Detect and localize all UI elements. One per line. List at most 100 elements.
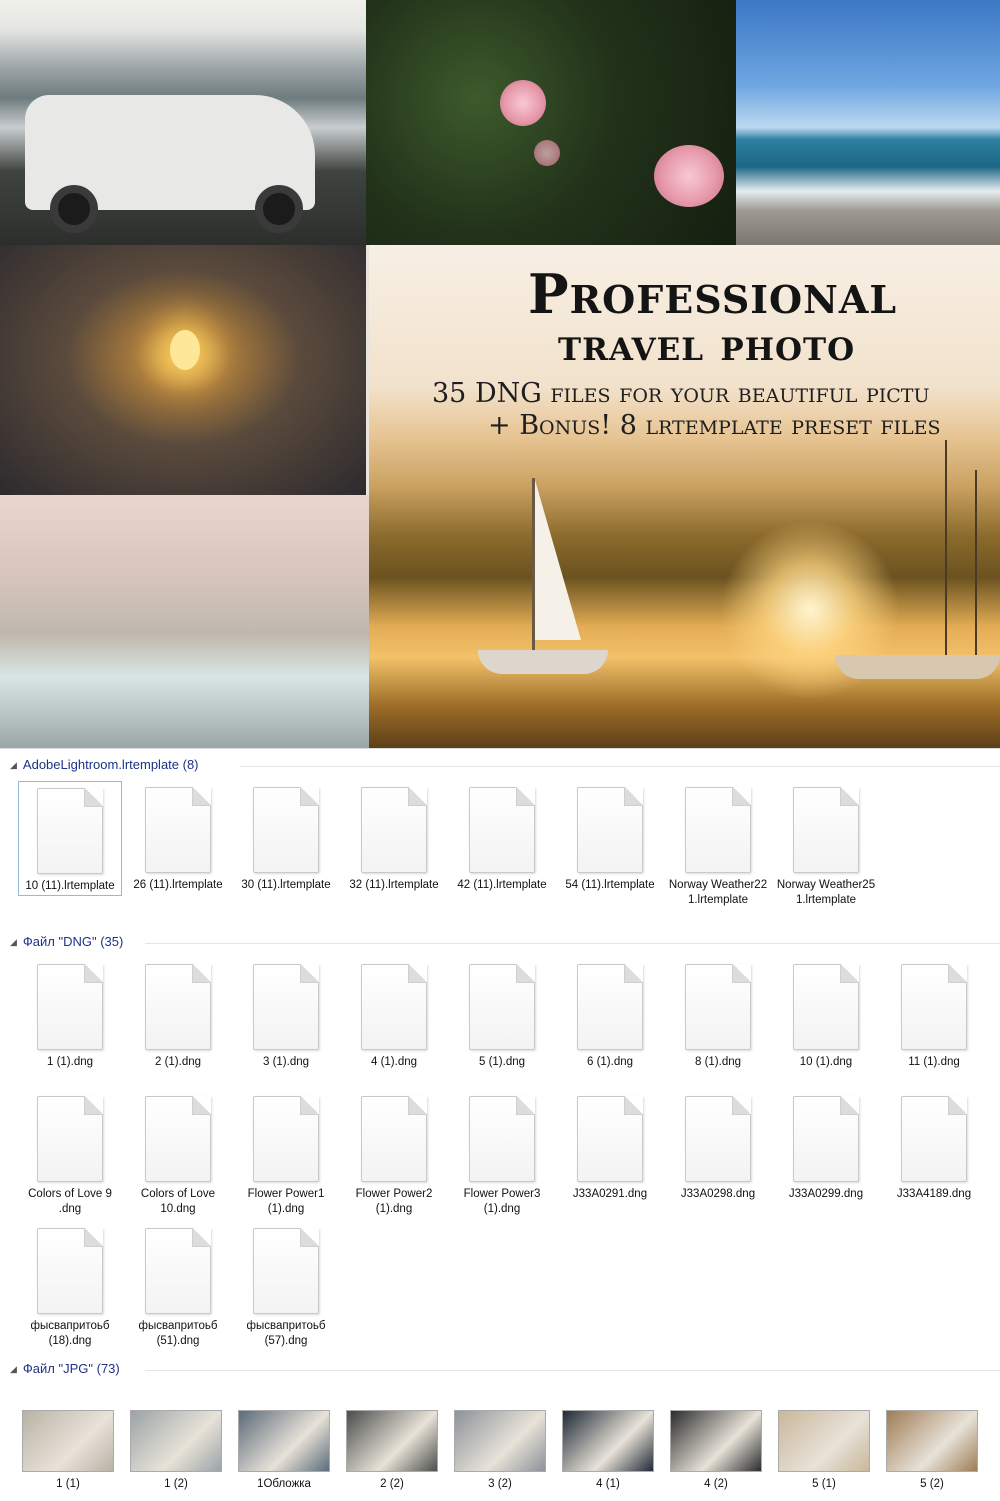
document-icon xyxy=(469,1096,535,1182)
boat-mast xyxy=(945,440,947,670)
collapse-triangle-icon[interactable]: ◢ xyxy=(10,1364,17,1375)
file-item[interactable]: 54 (11).lrtemplate xyxy=(558,781,662,893)
file-name: J33A0299.dng xyxy=(788,1188,864,1200)
image-thumbnail xyxy=(454,1410,546,1472)
file-name: Norway Weather22 1.lrtemplate xyxy=(668,879,768,906)
file-item[interactable]: Colors of Love 9 .dng xyxy=(18,1090,122,1217)
document-icon xyxy=(145,964,211,1050)
group-header-label: Файл "DNG" (35) xyxy=(22,934,124,949)
document-icon xyxy=(685,787,751,873)
file-item[interactable]: 5 (1).dng xyxy=(450,958,554,1070)
file-name: 8 (1).dng xyxy=(694,1056,742,1068)
file-item[interactable]: фысвапритоьб (18).dng xyxy=(18,1222,122,1349)
file-name: Colors of Love 9 .dng xyxy=(28,1188,112,1215)
file-name: 3 (2) xyxy=(488,1478,512,1490)
file-name: 30 (11).lrtemplate xyxy=(241,879,331,891)
document-icon xyxy=(793,787,859,873)
sailboat-sail xyxy=(535,480,581,640)
file-name: Norway Weather25 1.lrtemplate xyxy=(776,879,876,906)
rose-photo xyxy=(366,0,736,245)
document-icon xyxy=(253,1228,319,1314)
group-divider xyxy=(145,1370,1000,1371)
boat-hull xyxy=(835,655,1000,679)
file-item[interactable]: J33A4189.dng xyxy=(882,1090,986,1202)
file-item[interactable]: 6 (1).dng xyxy=(558,958,662,1070)
document-icon xyxy=(253,787,319,873)
document-icon xyxy=(793,1096,859,1182)
image-thumbnail xyxy=(886,1410,978,1472)
document-icon xyxy=(145,787,211,873)
document-icon xyxy=(37,788,103,874)
file-item[interactable]: 3 (1).dng xyxy=(234,958,338,1070)
file-name: 1 (1) xyxy=(56,1478,80,1490)
file-item[interactable]: J33A0299.dng xyxy=(774,1090,878,1202)
group-header-dng[interactable]: ◢ Файл "DNG" (35) xyxy=(10,934,123,952)
image-thumbnail xyxy=(22,1410,114,1472)
file-name: фысвапритоьб (51).dng xyxy=(138,1320,218,1347)
document-icon xyxy=(577,1096,643,1182)
document-icon xyxy=(253,1096,319,1182)
file-item[interactable]: 11 (1).dng xyxy=(882,958,986,1070)
file-item[interactable]: 1 (1).dng xyxy=(18,958,122,1070)
file-name: 2 (1).dng xyxy=(154,1056,202,1068)
jpg-file-item[interactable]: 4 (2) xyxy=(666,1410,766,1490)
group-header-jpg[interactable]: ◢ Файл "JPG" (73) xyxy=(10,1361,120,1379)
group-header-lrtemplate[interactable]: ◢ AdobeLightroom.lrtemplate (8) xyxy=(10,757,199,775)
file-name: 10 (1).dng xyxy=(799,1056,853,1068)
jpg-file-item[interactable]: 2 (2) xyxy=(342,1410,442,1490)
file-item[interactable]: Norway Weather22 1.lrtemplate xyxy=(666,781,770,908)
collapse-triangle-icon[interactable]: ◢ xyxy=(10,760,17,771)
banner-subtitle: travel photo xyxy=(558,320,856,371)
file-name: 54 (11).lrtemplate xyxy=(565,879,655,891)
group-header-label: AdobeLightroom.lrtemplate (8) xyxy=(22,757,199,772)
image-thumbnail xyxy=(130,1410,222,1472)
file-item[interactable]: 26 (11).lrtemplate xyxy=(126,781,230,893)
file-item[interactable]: 10 (1).dng xyxy=(774,958,878,1070)
rose-flower xyxy=(654,145,724,207)
document-icon xyxy=(37,1096,103,1182)
file-item[interactable]: 30 (11).lrtemplate xyxy=(234,781,338,893)
file-item[interactable]: 10 (11).lrtemplate xyxy=(18,781,122,896)
van-wheel xyxy=(255,185,303,233)
file-name: J33A0291.dng xyxy=(572,1188,648,1200)
file-item[interactable]: 32 (11).lrtemplate xyxy=(342,781,446,893)
file-item[interactable]: Flower Power3 (1).dng xyxy=(450,1090,554,1217)
collapse-triangle-icon[interactable]: ◢ xyxy=(10,937,17,948)
file-name: Flower Power1 (1).dng xyxy=(247,1188,325,1215)
file-item[interactable]: фысвапритоьб (51).dng xyxy=(126,1222,230,1349)
file-item[interactable]: Norway Weather25 1.lrtemplate xyxy=(774,781,878,908)
file-item[interactable]: J33A0291.dng xyxy=(558,1090,662,1202)
woman-balcony-photo xyxy=(0,495,369,748)
jpg-file-item[interactable]: 5 (1) xyxy=(774,1410,874,1490)
jpg-file-item[interactable]: 1 (2) xyxy=(126,1410,226,1490)
file-name: 10 (11).lrtemplate xyxy=(25,880,115,892)
jpg-file-item[interactable]: 1Обложка xyxy=(234,1410,334,1490)
file-name: 5 (2) xyxy=(920,1478,944,1490)
file-item[interactable]: фысвапритоьб (57).dng xyxy=(234,1222,338,1349)
image-thumbnail xyxy=(346,1410,438,1472)
jpg-file-item[interactable]: 5 (2) xyxy=(882,1410,982,1490)
document-icon xyxy=(469,964,535,1050)
jpg-file-item[interactable]: 1 (1) xyxy=(18,1410,118,1490)
file-item[interactable]: Colors of Love 10.dng xyxy=(126,1090,230,1217)
document-icon xyxy=(145,1096,211,1182)
file-name: 6 (1).dng xyxy=(586,1056,634,1068)
jpg-file-item[interactable]: 3 (2) xyxy=(450,1410,550,1490)
file-name: фысвапритоьб (18).dng xyxy=(30,1320,110,1347)
file-name: Colors of Love 10.dng xyxy=(140,1188,216,1215)
document-icon xyxy=(577,964,643,1050)
file-name: 4 (1) xyxy=(596,1478,620,1490)
file-item[interactable]: 4 (1).dng xyxy=(342,958,446,1070)
file-item[interactable]: 2 (1).dng xyxy=(126,958,230,1070)
document-icon xyxy=(37,964,103,1050)
file-item[interactable]: 8 (1).dng xyxy=(666,958,770,1070)
file-item[interactable]: 42 (11).lrtemplate xyxy=(450,781,554,893)
file-item[interactable]: J33A0298.dng xyxy=(666,1090,770,1202)
file-item[interactable]: Flower Power2 (1).dng xyxy=(342,1090,446,1217)
file-name: Flower Power3 (1).dng xyxy=(463,1188,541,1215)
church-window-light xyxy=(170,330,200,370)
file-name: 1 (2) xyxy=(164,1478,188,1490)
jpg-file-item[interactable]: 4 (1) xyxy=(558,1410,658,1490)
image-thumbnail xyxy=(562,1410,654,1472)
file-item[interactable]: Flower Power1 (1).dng xyxy=(234,1090,338,1217)
